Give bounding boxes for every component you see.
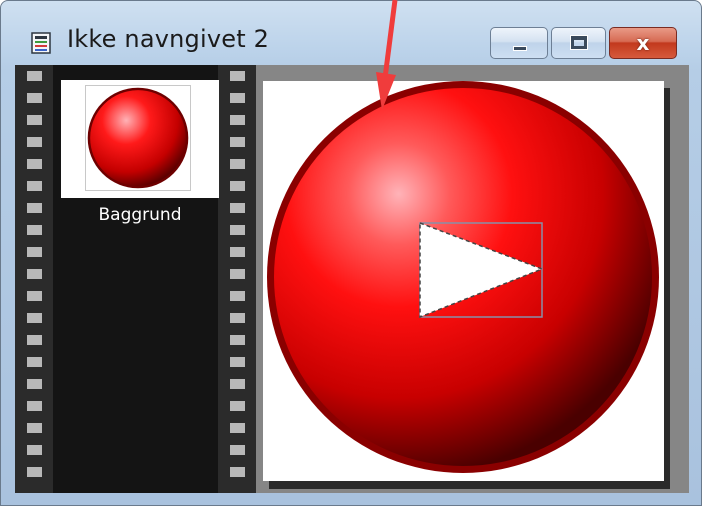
sprocket-hole (230, 225, 245, 235)
sprocket-hole (230, 313, 245, 323)
sprocket-hole (230, 137, 245, 147)
layer-label[interactable]: Baggrund (61, 205, 219, 225)
minimize-button[interactable] (490, 27, 548, 59)
close-button[interactable]: x (609, 27, 677, 59)
sprocket-hole (27, 401, 42, 411)
sprocket-hole (27, 181, 42, 191)
sprocket-hole (230, 291, 245, 301)
sprocket-hole (27, 159, 42, 169)
sprocket-hole (230, 71, 245, 81)
sprocket-hole (27, 115, 42, 125)
maximize-icon (570, 35, 588, 50)
window-title: Ikke navngivet 2 (67, 25, 270, 53)
sprocket-hole (27, 71, 42, 81)
maximize-button[interactable] (551, 27, 606, 59)
sprocket-hole (27, 357, 42, 367)
sprocket-hole (230, 93, 245, 103)
client-area: Baggrund (15, 65, 689, 493)
filmstrip-sprockets-right (218, 65, 256, 493)
sprocket-hole (27, 467, 42, 477)
sprocket-hole (27, 291, 42, 301)
sprocket-hole (27, 269, 42, 279)
sprocket-hole (230, 357, 245, 367)
sprocket-hole (230, 445, 245, 455)
sprocket-hole (27, 313, 42, 323)
sprocket-hole (27, 137, 42, 147)
sprocket-hole (27, 445, 42, 455)
sprocket-hole (230, 115, 245, 125)
sprocket-hole (230, 423, 245, 433)
sprocket-hole (230, 159, 245, 169)
minimize-icon (513, 46, 527, 51)
sprocket-hole (230, 269, 245, 279)
sprocket-hole (27, 225, 42, 235)
filmstrip-sprockets-left (15, 65, 53, 493)
sprocket-hole (230, 401, 245, 411)
layer-filmstrip: Baggrund (15, 65, 256, 493)
sprocket-hole (27, 335, 42, 345)
sprocket-hole (27, 423, 42, 433)
image-canvas[interactable] (263, 81, 664, 481)
sprocket-hole (27, 93, 42, 103)
sprocket-hole (230, 335, 245, 345)
sprocket-hole (230, 379, 245, 389)
title-bar[interactable]: Ikke navngivet 2 x (1, 1, 701, 63)
sprocket-hole (27, 247, 42, 257)
sprocket-hole (27, 379, 42, 389)
document-icon (31, 32, 51, 54)
red-sphere-thumbnail (85, 85, 191, 191)
canvas-artwork (267, 81, 659, 473)
close-icon: x (636, 31, 650, 55)
sprocket-hole (230, 203, 245, 213)
sprocket-hole (230, 247, 245, 257)
layer-thumbnail[interactable] (61, 80, 219, 198)
sprocket-hole (230, 181, 245, 191)
sprocket-hole (27, 203, 42, 213)
app-window: Ikke navngivet 2 x Baggrund (0, 0, 702, 506)
sprocket-hole (230, 467, 245, 477)
